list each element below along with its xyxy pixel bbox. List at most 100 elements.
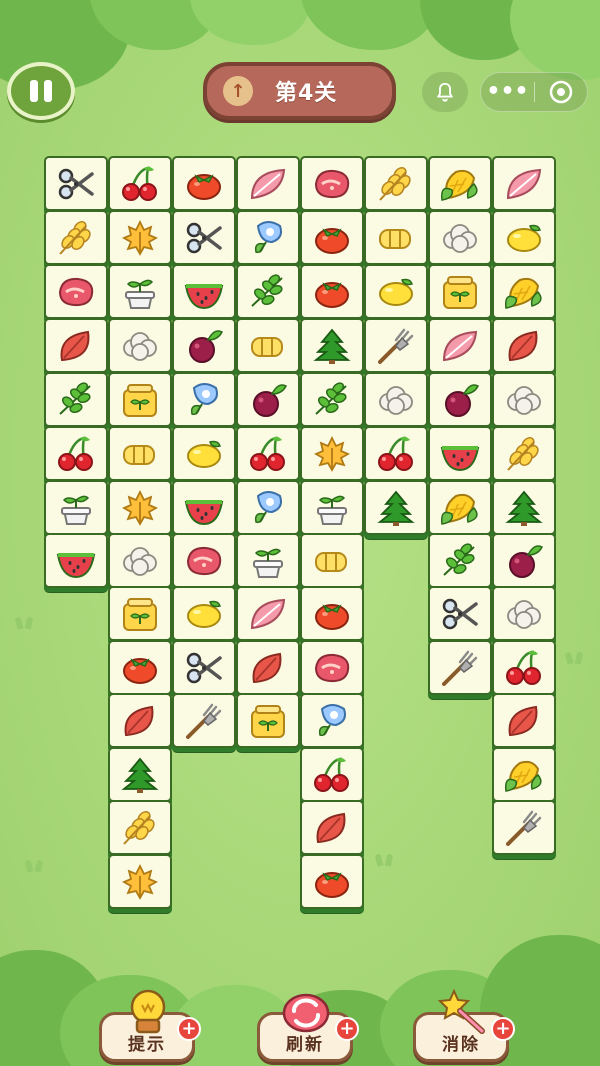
tile-cheese-roll[interactable] [236, 318, 300, 373]
tile-fork[interactable] [364, 318, 428, 373]
tile-meat[interactable] [44, 264, 108, 319]
tile-cherry[interactable] [108, 156, 172, 211]
tile-maple-leaf[interactable] [108, 854, 172, 909]
tile-lemon[interactable] [172, 426, 236, 481]
tile-corn[interactable] [492, 264, 556, 319]
tile-scissors[interactable] [172, 210, 236, 265]
tile-blue-flower[interactable] [236, 210, 300, 265]
tile-beet[interactable] [428, 372, 492, 427]
tile-cherry[interactable] [236, 426, 300, 481]
tile-cauliflower[interactable] [108, 533, 172, 588]
tile-beet[interactable] [172, 318, 236, 373]
tile-fork[interactable] [428, 640, 492, 695]
tile-lemon[interactable] [364, 264, 428, 319]
tile-red-leaf[interactable] [108, 693, 172, 748]
more-button[interactable]: ••• [481, 81, 534, 103]
tile-green-leaf[interactable] [44, 372, 108, 427]
tile-pine-tree[interactable] [300, 318, 364, 373]
tile-wheat[interactable] [364, 156, 428, 211]
eliminate-button[interactable]: 消除 + [413, 989, 515, 1062]
tile-blue-flower[interactable] [236, 480, 300, 535]
tile-cheese-roll[interactable] [300, 533, 364, 588]
close-mini-program-button[interactable] [535, 79, 587, 105]
tile-cherry[interactable] [44, 426, 108, 481]
tile-maple-leaf[interactable] [108, 210, 172, 265]
tile-red-leaf[interactable] [492, 318, 556, 373]
tile-seed-bag[interactable] [108, 586, 172, 641]
tile-blue-flower[interactable] [300, 693, 364, 748]
tile-tomato[interactable] [172, 156, 236, 211]
tile-tomato[interactable] [300, 586, 364, 641]
refresh-add-badge[interactable]: + [335, 1017, 359, 1041]
tile-tomato[interactable] [300, 210, 364, 265]
tile-cherry[interactable] [492, 640, 556, 695]
tile-pine-tree[interactable] [108, 747, 172, 802]
tile-pine-tree[interactable] [364, 480, 428, 535]
tile-cherry[interactable] [364, 426, 428, 481]
hint-add-badge[interactable]: + [177, 1017, 201, 1041]
tile-green-leaf[interactable] [428, 533, 492, 588]
tile-blue-flower[interactable] [172, 372, 236, 427]
tile-pink-leaf[interactable] [428, 318, 492, 373]
corn-icon [440, 169, 478, 201]
tile-cauliflower[interactable] [492, 372, 556, 427]
tile-green-leaf[interactable] [300, 372, 364, 427]
tile-sprout-pot[interactable] [44, 480, 108, 535]
pause-button[interactable] [7, 62, 75, 120]
tile-beet[interactable] [236, 372, 300, 427]
tile-cauliflower[interactable] [364, 372, 428, 427]
tile-scissors[interactable] [428, 586, 492, 641]
tile-cherry[interactable] [300, 747, 364, 802]
tile-cauliflower[interactable] [492, 586, 556, 641]
tile-pink-leaf[interactable] [236, 586, 300, 641]
tile-wheat[interactable] [108, 800, 172, 855]
tile-maple-leaf[interactable] [108, 480, 172, 535]
tile-tomato[interactable] [108, 640, 172, 695]
tile-meat[interactable] [300, 156, 364, 211]
tile-sprout-pot[interactable] [108, 264, 172, 319]
tile-red-leaf[interactable] [300, 800, 364, 855]
tile-tomato[interactable] [300, 264, 364, 319]
tile-seed-bag[interactable] [108, 372, 172, 427]
tile-scissors[interactable] [44, 156, 108, 211]
tile-green-leaf[interactable] [236, 264, 300, 319]
tile-seed-bag[interactable] [236, 693, 300, 748]
tile-watermelon[interactable] [44, 533, 108, 588]
tile-corn[interactable] [428, 480, 492, 535]
tile-scissors[interactable] [172, 640, 236, 695]
tile-cauliflower[interactable] [428, 210, 492, 265]
tile-corn[interactable] [492, 747, 556, 802]
tile-red-leaf[interactable] [44, 318, 108, 373]
tile-cheese-roll[interactable] [108, 426, 172, 481]
tile-cheese-roll[interactable] [364, 210, 428, 265]
tile-cauliflower[interactable] [108, 318, 172, 373]
tile-wheat[interactable] [492, 426, 556, 481]
tile-sprout-pot[interactable] [236, 533, 300, 588]
refresh-button[interactable]: 刷新 + [257, 993, 359, 1062]
tile-pink-leaf[interactable] [236, 156, 300, 211]
tile-lemon[interactable] [492, 210, 556, 265]
notification-button[interactable] [422, 72, 468, 112]
tile-corn[interactable] [428, 156, 492, 211]
tile-meat[interactable] [300, 640, 364, 695]
tile-pink-leaf[interactable] [492, 156, 556, 211]
tile-lemon[interactable] [172, 586, 236, 641]
tile-sprout-pot[interactable] [300, 480, 364, 535]
tile-red-leaf[interactable] [236, 640, 300, 695]
eliminate-add-badge[interactable]: + [491, 1017, 515, 1041]
tile-watermelon[interactable] [428, 426, 492, 481]
tomato-icon [315, 603, 349, 630]
tile-pine-tree[interactable] [492, 480, 556, 535]
tile-watermelon[interactable] [172, 264, 236, 319]
tile-meat[interactable] [172, 533, 236, 588]
tile-red-leaf[interactable] [492, 693, 556, 748]
tile-watermelon[interactable] [172, 480, 236, 535]
tile-tomato[interactable] [300, 854, 364, 909]
tile-fork[interactable] [172, 693, 236, 748]
tile-wheat[interactable] [44, 210, 108, 265]
tile-beet[interactable] [492, 533, 556, 588]
tile-seed-bag[interactable] [428, 264, 492, 319]
hint-button[interactable]: 提示 + [99, 989, 201, 1062]
tile-fork[interactable] [492, 800, 556, 855]
tile-maple-leaf[interactable] [300, 426, 364, 481]
